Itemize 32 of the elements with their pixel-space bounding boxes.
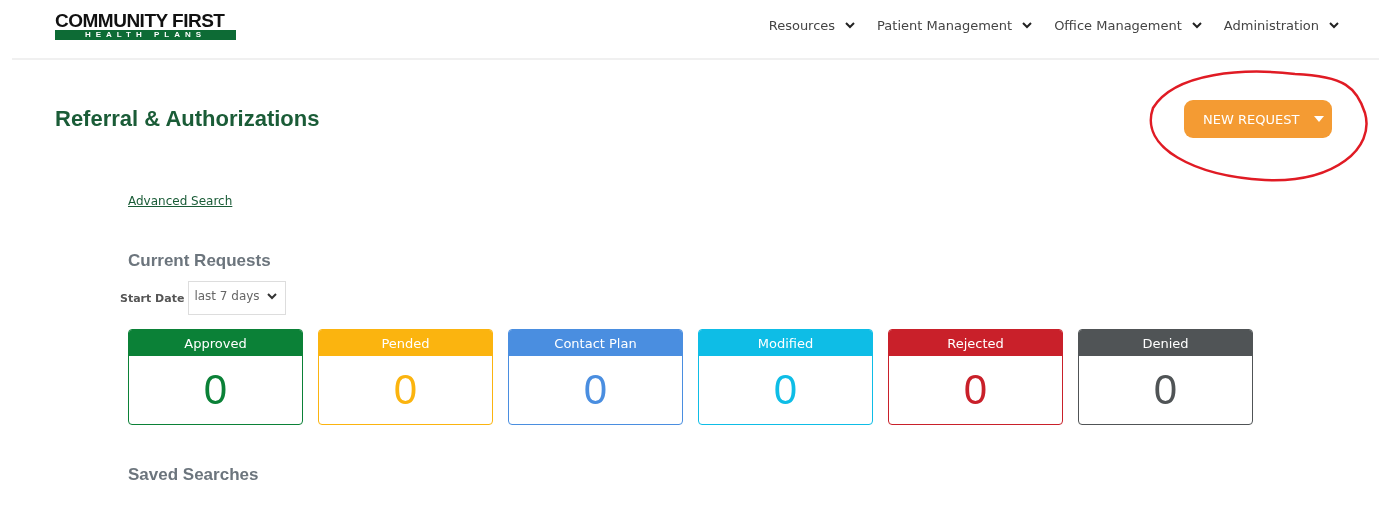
card-count: 0 xyxy=(582,365,609,415)
nav-menu-item[interactable]: Resources xyxy=(768,17,856,33)
card-count: 0 xyxy=(1152,365,1179,415)
chevron-down-icon xyxy=(845,21,856,29)
status-card[interactable]: Denied 0 xyxy=(1078,329,1253,425)
chevron-down-icon xyxy=(1022,21,1033,29)
advanced-search-link[interactable]: Advanced Search xyxy=(128,194,233,208)
nav-menu-item[interactable]: Administration xyxy=(1223,17,1339,33)
section-heading: Saved Searches xyxy=(128,465,260,485)
card-title: Pended xyxy=(319,330,492,356)
nav-menu-item[interactable]: Patient Management xyxy=(877,17,1033,33)
chevron-down-icon xyxy=(267,292,278,300)
chevron-down-icon xyxy=(1191,21,1202,29)
start-date-select[interactable]: last 7 days xyxy=(188,281,287,315)
caret-icon xyxy=(1314,116,1324,122)
card-title: Approved xyxy=(129,330,302,356)
status-card[interactable]: Approved 0 xyxy=(128,329,303,425)
card-count: 0 xyxy=(392,365,419,415)
card-title: Rejected xyxy=(889,330,1062,356)
card-title: Modified xyxy=(699,330,872,356)
card-count: 0 xyxy=(772,365,799,415)
card-count: 0 xyxy=(202,365,229,415)
nav-menu-item[interactable]: Office Management xyxy=(1054,17,1202,33)
page-title: Referral & Authorizations xyxy=(55,106,320,132)
card-title: Denied xyxy=(1079,330,1252,356)
card-count: 0 xyxy=(962,365,989,415)
section-heading: Current Requests xyxy=(128,251,272,271)
status-card[interactable]: Rejected 0 xyxy=(888,329,1063,425)
start-date-label: Start Date xyxy=(120,291,185,305)
logo[interactable]: COMMUNITY FIRST HEALTH PLANS xyxy=(55,10,236,40)
card-title: Contact Plan xyxy=(509,330,682,356)
chevron-down-icon xyxy=(1329,21,1339,29)
